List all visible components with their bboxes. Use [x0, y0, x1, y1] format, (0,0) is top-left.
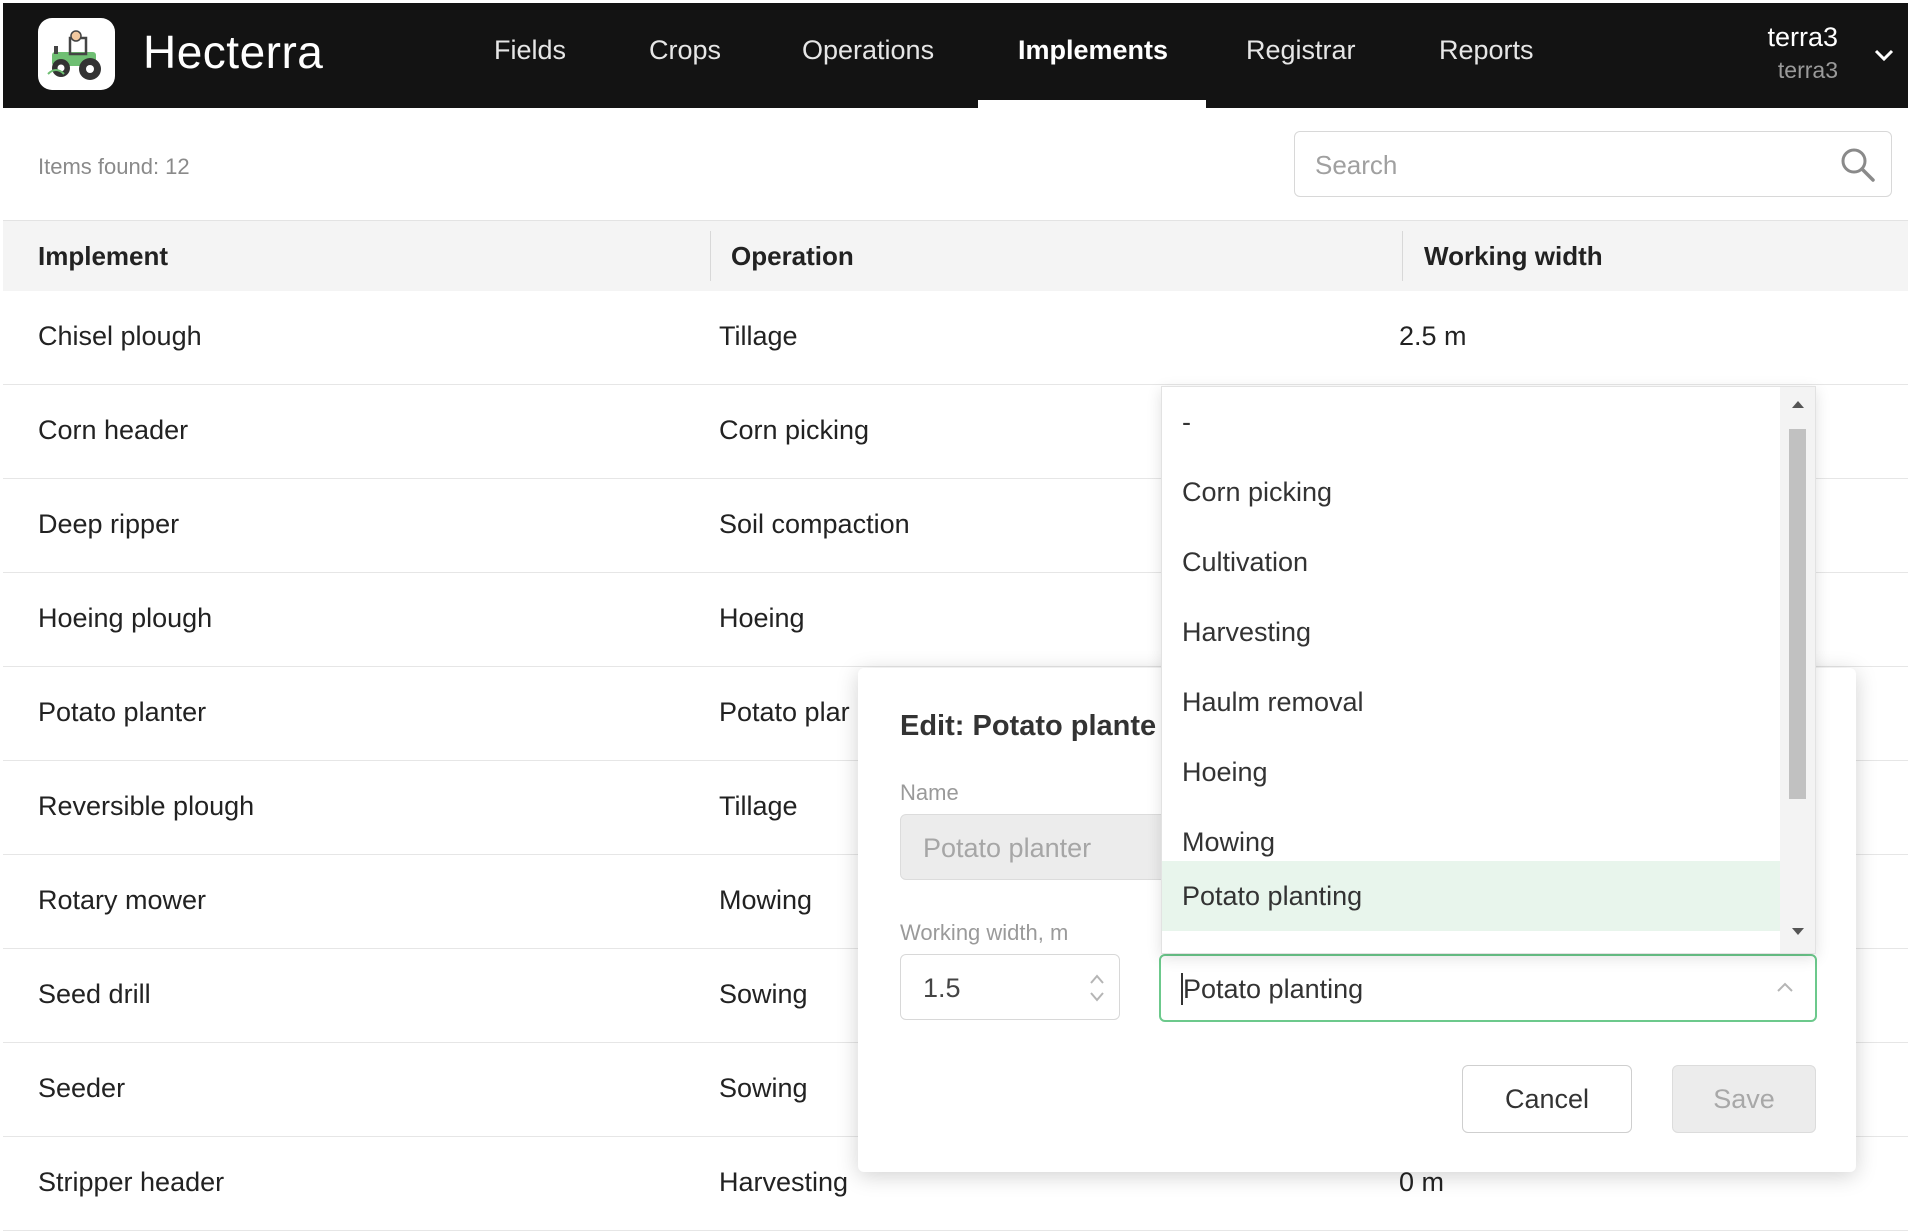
- column-divider: [1402, 231, 1403, 281]
- working-width-label: Working width, m: [900, 920, 1069, 945]
- nav-fields[interactable]: Fields: [494, 35, 566, 66]
- dropdown-option[interactable]: Cultivation: [1162, 527, 1780, 597]
- chevron-up-icon[interactable]: [1775, 980, 1795, 994]
- operation-select[interactable]: Potato planting: [1159, 954, 1817, 1022]
- save-button[interactable]: Save: [1672, 1065, 1816, 1133]
- implement-cell: Rotary mower: [38, 885, 207, 915]
- column-header-working-width[interactable]: Working width: [1424, 241, 1603, 272]
- column-divider: [710, 231, 711, 281]
- option-label: Hoeing: [1182, 757, 1268, 787]
- search-icon[interactable]: [1839, 146, 1877, 184]
- operation-cell: Corn picking: [719, 415, 870, 445]
- implement-cell: Corn header: [38, 415, 189, 445]
- search-input[interactable]: [1313, 144, 1817, 186]
- dropdown-option[interactable]: Corn picking: [1162, 457, 1780, 527]
- implement-cell: Hoeing plough: [38, 603, 213, 633]
- implement-cell: Stripper header: [38, 1167, 225, 1197]
- operation-select-value: Potato planting: [1183, 974, 1364, 1004]
- implement-cell: Seeder: [38, 1073, 126, 1103]
- option-label: Potato planting: [1182, 881, 1363, 911]
- column-header-operation[interactable]: Operation: [731, 241, 854, 272]
- top-bar: Hecterra Fields Crops Operations Impleme…: [3, 3, 1908, 108]
- option-label: Corn picking: [1182, 477, 1333, 507]
- option-label: Mowing: [1182, 827, 1276, 857]
- operation-cell: Sowing: [719, 979, 808, 1009]
- user-name[interactable]: terra3: [1767, 22, 1838, 53]
- implement-cell: Reversible plough: [38, 791, 255, 821]
- dropdown-scrollbar[interactable]: [1780, 387, 1815, 953]
- implement-cell: Potato planter: [38, 697, 207, 727]
- operation-cell: Potato plar: [719, 697, 850, 727]
- scroll-up-arrow-icon[interactable]: [1791, 399, 1805, 409]
- operation-cell: Tillage: [719, 791, 798, 821]
- dropdown-option[interactable]: -: [1162, 387, 1780, 457]
- implement-cell: Chisel plough: [38, 321, 202, 351]
- operation-dropdown-list[interactable]: - Corn picking Cultivation Harvesting Ha…: [1161, 386, 1816, 954]
- search-box[interactable]: [1294, 131, 1892, 197]
- name-value: Potato planter: [923, 833, 1092, 863]
- option-label: Harvesting: [1182, 617, 1312, 647]
- working-width-input[interactable]: 1.5: [900, 954, 1120, 1020]
- nav-implements[interactable]: Implements: [1018, 35, 1168, 66]
- operation-cell: Sowing: [719, 1073, 808, 1103]
- name-label: Name: [900, 780, 959, 805]
- nav-operations[interactable]: Operations: [802, 35, 934, 66]
- operation-cell: Harvesting: [719, 1167, 849, 1197]
- table-header: Implement Operation Working width: [3, 220, 1908, 292]
- dialog-title: Edit: Potato plante: [900, 710, 1157, 742]
- stepper-icon[interactable]: [1087, 969, 1107, 1007]
- width-cell: 2.5 m: [1399, 321, 1467, 351]
- implement-cell: Seed drill: [38, 979, 151, 1009]
- user-account: terra3: [1777, 57, 1838, 83]
- cancel-button[interactable]: Cancel: [1462, 1065, 1632, 1133]
- operation-cell: Hoeing: [719, 603, 805, 633]
- scrollbar-thumb[interactable]: [1789, 429, 1806, 799]
- working-width-value: 1.5: [923, 973, 961, 1003]
- implement-cell: Deep ripper: [38, 509, 180, 539]
- chevron-down-icon[interactable]: [1872, 43, 1896, 67]
- operation-cell: Tillage: [719, 321, 798, 351]
- option-label: Cultivation: [1182, 547, 1309, 577]
- dropdown-option[interactable]: Haulm removal: [1162, 667, 1780, 737]
- nav-registrar[interactable]: Registrar: [1246, 35, 1356, 66]
- items-found-count: Items found: 12: [38, 154, 190, 179]
- dropdown-option-selected[interactable]: Potato planting: [1162, 861, 1780, 931]
- nav-crops[interactable]: Crops: [649, 35, 721, 66]
- app-title: Hecterra: [143, 26, 324, 78]
- option-label: -: [1182, 407, 1191, 437]
- nav-reports[interactable]: Reports: [1439, 35, 1534, 66]
- operation-cell: Mowing: [719, 885, 813, 915]
- operation-cell: Soil compaction: [719, 509, 910, 539]
- active-tab-indicator: [978, 100, 1206, 108]
- scroll-down-arrow-icon[interactable]: [1791, 927, 1805, 937]
- app-logo[interactable]: [38, 18, 115, 90]
- dropdown-option[interactable]: Harvesting: [1162, 597, 1780, 667]
- tractor-icon: [47, 30, 101, 80]
- column-header-implement[interactable]: Implement: [38, 241, 168, 272]
- dropdown-option[interactable]: Hoeing: [1162, 737, 1780, 807]
- option-label: Haulm removal: [1182, 687, 1364, 717]
- table-row[interactable]: Chisel plough Tillage 2.5 m: [3, 291, 1908, 385]
